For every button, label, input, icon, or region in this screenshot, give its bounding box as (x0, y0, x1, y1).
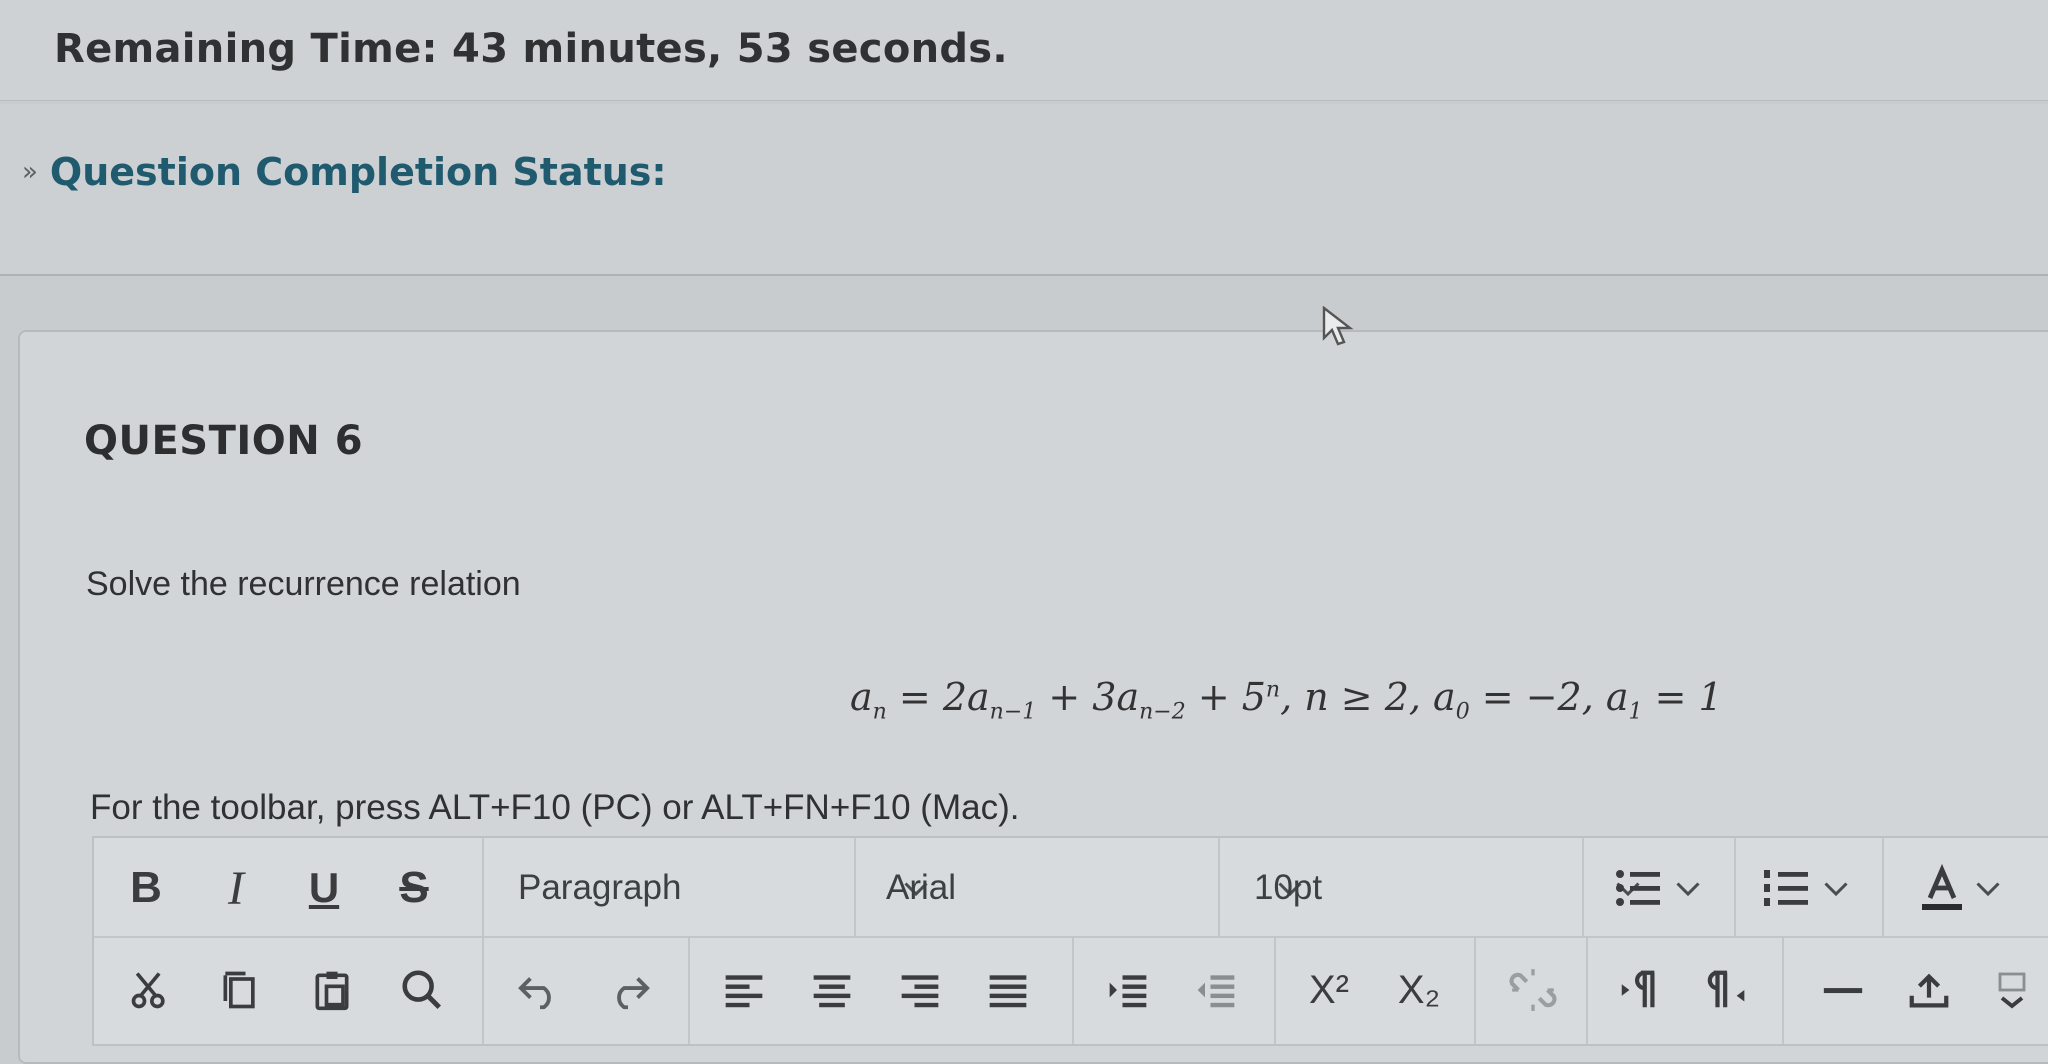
superscript-button[interactable]: X² (1294, 960, 1364, 1020)
unlink-icon (1509, 969, 1557, 1011)
unlink-button[interactable] (1498, 960, 1568, 1020)
toolbar-divider (482, 838, 484, 936)
question-status-label: Question Completion Status: (49, 150, 667, 194)
toolbar-hint: For the toolbar, press ALT+F10 (PC) or A… (90, 788, 1020, 827)
undo-icon (518, 977, 551, 1010)
toolbar-divider (1274, 938, 1276, 1044)
text-color-icon (1922, 863, 1962, 910)
remaining-time: Remaining Time: 43 minutes, 53 seconds. (54, 26, 1008, 72)
toolbar-divider (1882, 838, 1884, 936)
indent-icon (1109, 975, 1147, 1008)
superscript-icon: X² (1309, 967, 1349, 1012)
redo-icon (617, 977, 650, 1010)
toolbar-divider (688, 938, 690, 1044)
toolbar-divider (1474, 938, 1476, 1044)
subscript-button[interactable]: X₂ (1384, 960, 1454, 1020)
underline-icon: U (308, 864, 340, 911)
upload-icon (1909, 973, 1949, 1008)
align-center-button[interactable] (802, 960, 862, 1020)
formula-text: an = 2an−1 + 3an−2 + 5n, n ≥ 2, a0 = −2,… (850, 675, 1723, 725)
align-right-button[interactable] (890, 960, 950, 1020)
align-center-icon (813, 975, 851, 1008)
editor-toolbar: B I U S Paragraph Arial 10pt X² X₂ (92, 836, 2048, 1046)
toolbar-divider (1782, 938, 1784, 1044)
search-icon (402, 970, 442, 1010)
toolbar-divider (854, 838, 856, 936)
bold-button[interactable]: B (116, 860, 176, 916)
question-status-toggle[interactable]: » Question Completion Status: (22, 150, 667, 194)
mouse-cursor-icon (1322, 306, 1354, 346)
toolbar-divider (482, 938, 484, 1044)
rtl-icon (1707, 970, 1745, 1008)
paste-icon (315, 971, 349, 1011)
font-size-value: 10pt (1254, 868, 1323, 907)
subscript-icon: X₂ (1397, 967, 1441, 1012)
strikethrough-button[interactable]: S (384, 860, 444, 916)
more-icon (1998, 972, 2026, 1009)
toolbar-divider (1072, 938, 1074, 1044)
font-family-dropdown[interactable]: Arial (886, 862, 1308, 914)
paste-button[interactable] (302, 960, 362, 1020)
justify-button[interactable] (978, 960, 1038, 1020)
toolbar-divider (1582, 838, 1584, 936)
bullet-list-icon (1616, 870, 1660, 906)
toolbar-divider (1218, 838, 1220, 936)
chevron-down-icon (1824, 882, 1848, 897)
rtl-button[interactable] (1694, 960, 1764, 1020)
italic-button[interactable]: I (206, 860, 266, 916)
double-chevron-down-icon: » (22, 157, 38, 187)
question-prompt: Solve the recurrence relation (86, 565, 521, 603)
indent-button[interactable] (1098, 960, 1158, 1020)
align-right-icon (901, 975, 939, 1008)
undo-button[interactable] (510, 960, 570, 1020)
more-tools-button[interactable] (1982, 960, 2042, 1020)
toolbar-divider (1734, 838, 1736, 936)
ltr-icon (1621, 970, 1655, 1008)
font-size-dropdown[interactable]: 10pt (1254, 862, 1646, 914)
find-button[interactable] (392, 960, 452, 1020)
outdent-button[interactable] (1186, 960, 1246, 1020)
paragraph-format-value: Paragraph (518, 868, 682, 907)
chevron-down-icon (1676, 882, 1700, 897)
timer-bar: Remaining Time: 43 minutes, 53 seconds. (0, 0, 2048, 101)
copy-icon (223, 971, 255, 1009)
paragraph-format-dropdown[interactable]: Paragraph (518, 862, 934, 914)
redo-button[interactable] (598, 960, 658, 1020)
toolbar-divider (1586, 938, 1588, 1044)
horizontal-rule-icon (1823, 988, 1863, 994)
strikethrough-icon: S (399, 863, 429, 912)
question-title: QUESTION 6 (84, 418, 364, 464)
copy-button[interactable] (210, 960, 270, 1020)
underline-button[interactable]: U (294, 860, 354, 916)
numbered-list-button[interactable] (1754, 860, 1862, 916)
text-color-button[interactable] (1900, 860, 2020, 916)
ltr-button[interactable] (1604, 960, 1674, 1020)
bold-icon: B (130, 863, 162, 912)
upload-button[interactable] (1894, 960, 1964, 1020)
outdent-icon (1197, 975, 1235, 1008)
numbered-list-icon (1764, 870, 1808, 906)
italic-icon: I (228, 861, 244, 915)
font-family-value: Arial (886, 868, 957, 907)
cut-button[interactable] (120, 960, 180, 1020)
chevron-down-icon (1976, 882, 2000, 897)
toolbar-row-1: B I U S Paragraph Arial 10pt (94, 838, 2048, 938)
align-left-icon (725, 975, 763, 1008)
cut-icon (131, 972, 165, 1009)
horizontal-rule-button[interactable] (1808, 960, 1878, 1020)
toolbar-row-2: X² X₂ (94, 938, 2048, 1044)
justify-icon (989, 975, 1027, 1008)
recurrence-formula: an = 2an−1 + 3an−2 + 5n, n ≥ 2, a0 = −2,… (850, 675, 1723, 725)
align-left-button[interactable] (714, 960, 774, 1020)
bullet-list-button[interactable] (1606, 860, 1714, 916)
